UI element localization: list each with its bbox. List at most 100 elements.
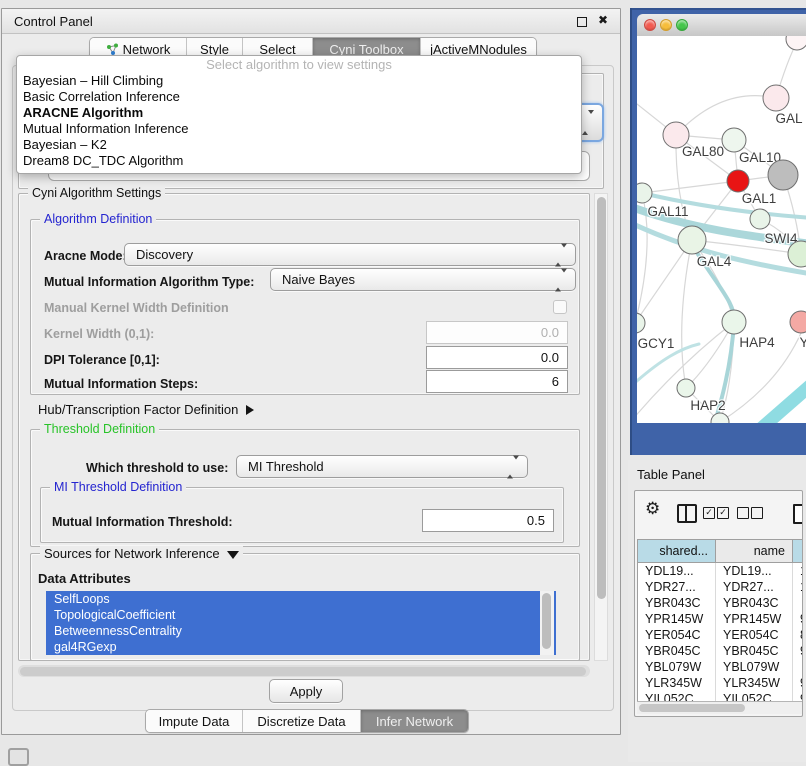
network-node[interactable] (711, 413, 729, 423)
aracne-mode-label: Aracne Mode: (44, 249, 127, 263)
network-node-gal1[interactable] (727, 170, 749, 192)
mi-threshold-input[interactable]: 0.5 (422, 509, 554, 532)
columns-icon[interactable] (677, 504, 697, 523)
mi-steps-value: 6 (552, 374, 559, 389)
table-panel-card: ⚙ ✓ ✓ shared... name YDL19...YDL19...13Y… (634, 490, 803, 717)
algorithm-option[interactable]: Basic Correlation Inference (17, 89, 581, 105)
tab-impute-data[interactable]: Impute Data (146, 710, 242, 732)
table-body: YDL19...YDL19...13YDR27...YDR27...12YBR0… (637, 563, 803, 707)
network-node-label: GAL1 (742, 191, 777, 206)
network-node-gal11[interactable] (637, 183, 652, 203)
close-icon[interactable]: ✖ (598, 13, 608, 27)
network-edge[interactable] (642, 181, 738, 193)
table-row[interactable]: YBL079WYBL079W (638, 659, 803, 675)
deselect-all-checkbox-icon[interactable] (737, 507, 749, 519)
deselect-all-checkbox-icon[interactable] (751, 507, 763, 519)
select-all-checkbox-icon[interactable]: ✓ (717, 507, 729, 519)
network-node[interactable] (768, 160, 798, 190)
group-title: Threshold Definition (40, 422, 159, 436)
apply-button[interactable]: Apply (269, 679, 343, 703)
algorithm-popup: Select algorithm to view settings Bayesi… (16, 55, 582, 174)
mi-algorithm-type-select[interactable]: Naive Bayes (270, 268, 576, 291)
tab-infer-network[interactable]: Infer Network (360, 710, 468, 732)
float-window-icon[interactable] (577, 17, 587, 27)
table-header-row: shared... name (637, 539, 803, 563)
network-node-y[interactable] (790, 311, 806, 333)
network-edge[interactable] (637, 240, 692, 323)
hub-definition-toggle[interactable]: Hub/Transcription Factor Definition (38, 402, 254, 417)
table-cell: YPR145W (638, 611, 715, 627)
network-canvas[interactable]: GALGAL80GAL10GAL1GAL11SWI4GAL4GCY1HAP4YH… (637, 36, 806, 423)
algorithm-option[interactable]: Bayesian – Hill Climbing (17, 73, 581, 89)
table-row[interactable]: YLR345WYLR345W9. (638, 675, 803, 691)
network-node-label: GAL80 (682, 144, 724, 159)
column-header-shared-name[interactable]: shared... (638, 540, 715, 562)
scrollbar-thumb[interactable] (20, 667, 586, 676)
network-node-gal4[interactable] (678, 226, 706, 254)
scrollbar-thumb[interactable] (542, 593, 551, 649)
network-node-gal[interactable] (763, 85, 789, 111)
network-window-titlebar[interactable] (637, 14, 806, 37)
mi-steps-input[interactable]: 6 (426, 370, 568, 393)
algorithm-option[interactable]: ARACNE Algorithm (17, 105, 581, 121)
mi-threshold-label: Mutual Information Threshold: (52, 515, 233, 529)
attribute-list-item[interactable]: TopologicalCoefficient (46, 607, 556, 623)
settings-vertical-scrollbar[interactable] (594, 193, 608, 661)
table-horizontal-scrollbar[interactable] (637, 701, 802, 714)
column-header-name[interactable]: name (715, 540, 792, 562)
tab-discretize-data[interactable]: Discretize Data (242, 710, 360, 732)
table-cell: YLR345W (715, 675, 792, 691)
table-row[interactable]: YDL19...YDL19...13 (638, 563, 803, 579)
zoom-traffic-light-icon[interactable] (676, 19, 688, 31)
attribute-list-item[interactable]: BetweennessCentrality (46, 623, 556, 639)
scrollbar-thumb[interactable] (597, 197, 606, 599)
network-node-gcy1[interactable] (637, 313, 645, 333)
table-row[interactable]: YPR145WYPR145W9. (638, 611, 803, 627)
network-node-hap2[interactable] (677, 379, 695, 397)
combo-arrows-icon (555, 272, 567, 287)
table-row[interactable]: YBR045CYBR045C9. (638, 643, 803, 659)
network-edge[interactable] (757, 384, 806, 423)
network-graph[interactable]: GALGAL80GAL10GAL1GAL11SWI4GAL4GCY1HAP4YH… (637, 36, 806, 423)
scrollbar-thumb[interactable] (639, 704, 745, 712)
column-header-partial[interactable] (792, 540, 803, 562)
table-cell: YBL079W (638, 659, 715, 675)
sources-group-title[interactable]: Sources for Network Inference (40, 546, 243, 561)
attribute-list-item[interactable]: gal4RGexp (46, 639, 556, 655)
float-panel-icon[interactable] (8, 748, 29, 766)
gear-icon[interactable]: ⚙ (645, 499, 660, 519)
table-row[interactable]: YDR27...YDR27...12 (638, 579, 803, 595)
table-cell: YBL079W (715, 659, 792, 675)
hub-definition-label: Hub/Transcription Factor Definition (38, 402, 238, 417)
mi-threshold-value: 0.5 (527, 513, 545, 528)
which-threshold-select[interactable]: MI Threshold (236, 455, 528, 478)
file-icon[interactable] (793, 504, 803, 524)
network-node-swi4[interactable] (750, 209, 770, 229)
network-node-gal10[interactable] (722, 128, 746, 152)
aracne-mode-select[interactable]: Discovery (124, 243, 576, 266)
network-node-hap4[interactable] (722, 310, 746, 334)
manual-kernel-width-checkbox[interactable] (553, 300, 567, 314)
popup-placeholder: Select algorithm to view settings (17, 56, 581, 73)
algorithm-option[interactable]: Mutual Information Inference (17, 121, 581, 137)
table-cell: 8. (792, 627, 803, 643)
network-node[interactable] (786, 36, 806, 50)
network-edge[interactable] (676, 96, 776, 135)
table-row[interactable]: YBR043CYBR043C (638, 595, 803, 611)
network-node-label: HAP2 (690, 398, 725, 413)
settings-horizontal-scrollbar[interactable] (18, 665, 590, 677)
minimize-traffic-light-icon[interactable] (660, 19, 672, 31)
network-node-label: GAL4 (697, 254, 732, 269)
select-all-checkbox-icon[interactable]: ✓ (703, 507, 715, 519)
attributes-scrollbar[interactable] (540, 591, 554, 655)
close-traffic-light-icon[interactable] (644, 19, 656, 31)
algorithm-option[interactable]: Dream8 DC_TDC Algorithm (17, 153, 581, 169)
dpi-tolerance-input[interactable]: 0.0 (426, 346, 568, 369)
kernel-width-label: Kernel Width (0,1): (44, 327, 154, 341)
kernel-width-input[interactable]: 0.0 (426, 321, 568, 344)
group-title: MI Threshold Definition (50, 480, 186, 494)
algorithm-option[interactable]: Bayesian – K2 (17, 137, 581, 153)
table-row[interactable]: YER054CYER054C8. (638, 627, 803, 643)
manual-kernel-width-label: Manual Kernel Width Definition (44, 301, 229, 315)
attribute-list-item[interactable]: SelfLoops (46, 591, 556, 607)
